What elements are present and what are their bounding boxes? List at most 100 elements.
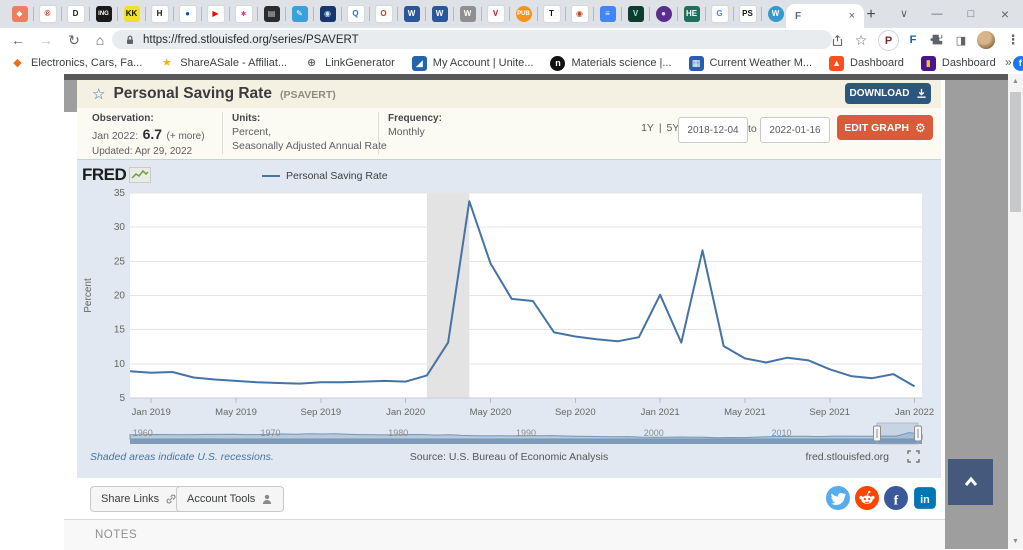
bookmark-item[interactable]: nMaterials science |... <box>550 56 671 71</box>
side-panel-icon[interactable]: ◨ <box>951 30 971 50</box>
chart-legend: Personal Saving Rate <box>262 170 388 182</box>
extensions-puzzle-icon[interactable] <box>927 30 947 50</box>
observation-label: Observation: <box>92 113 205 124</box>
window-maximize-button[interactable]: □ <box>956 0 986 28</box>
edit-graph-label: EDIT GRAPH <box>844 122 909 134</box>
account-tools-label: Account Tools <box>187 493 255 505</box>
profile-avatar[interactable] <box>976 30 996 50</box>
pinned-tab[interactable]: ● <box>174 1 201 28</box>
pinned-tab[interactable]: V <box>622 1 649 28</box>
edit-graph-button[interactable]: EDIT GRAPH ⚙ <box>837 115 933 140</box>
pinned-tab[interactable]: O <box>370 1 397 28</box>
reddit-icon[interactable] <box>855 486 879 510</box>
meta-separator <box>378 112 379 154</box>
pinned-tab[interactable]: T <box>538 1 565 28</box>
bookmark-label: Current Weather M... <box>710 57 813 69</box>
range-separator: | <box>656 122 665 134</box>
scrollbar-thumb[interactable] <box>1010 92 1021 212</box>
pinned-tab[interactable]: ▤ <box>258 1 285 28</box>
frequency-value: Monthly <box>388 126 442 138</box>
pinned-tab[interactable]: ≡ <box>594 1 621 28</box>
pinned-tab[interactable]: ◉ <box>314 1 341 28</box>
bookmark-item[interactable]: ▲Dashboard <box>829 56 904 71</box>
pinned-tab-favicon: V <box>487 5 505 23</box>
bookmark-star-icon[interactable]: ☆ <box>851 30 871 50</box>
bookmark-label: LinkGenerator <box>325 57 395 69</box>
window-close-button[interactable]: × <box>990 0 1020 28</box>
pinned-tab[interactable]: V <box>482 1 509 28</box>
bookmark-item[interactable]: fHome0 <box>1013 56 1023 71</box>
pinned-tab[interactable]: W <box>398 1 425 28</box>
pinned-tab-favicon: V <box>628 6 644 22</box>
pinned-tab[interactable]: ® <box>34 1 61 28</box>
tab-close-icon[interactable]: × <box>849 10 855 22</box>
y-tick-label: 25 <box>114 256 126 267</box>
home-icon[interactable]: ⌂ <box>90 31 110 49</box>
slider-selection-window[interactable] <box>877 423 918 444</box>
fred-extension-icon[interactable]: F <box>903 30 923 50</box>
tab-search-chevron-icon[interactable]: ∨ <box>889 0 919 28</box>
browser-menu-icon[interactable]: ⋮ <box>1003 30 1023 50</box>
units-value-1: Percent, <box>232 126 387 138</box>
url-text[interactable]: https://fred.stlouisfed.org/series/PSAVE… <box>143 34 359 46</box>
account-tools-button[interactable]: Account Tools <box>176 486 284 512</box>
pinned-tab[interactable]: ✎ <box>286 1 313 28</box>
pinned-tab[interactable]: Q <box>342 1 369 28</box>
legend-line-swatch <box>262 175 280 177</box>
scrollbar-up-icon[interactable]: ▲ <box>1008 78 1023 85</box>
new-tab-button[interactable]: + <box>860 4 882 26</box>
bookmark-item[interactable]: ◆Electronics, Cars, Fa... <box>10 56 142 71</box>
x-tick-label: May 2019 <box>215 407 257 418</box>
bookmark-item[interactable]: ▮Dashboard <box>921 56 996 71</box>
fred-line-chart[interactable]: 5101520253035Jan 2019May 2019Sep 2019Jan… <box>77 160 941 478</box>
pinned-tab[interactable]: D <box>62 1 89 28</box>
pinned-tab[interactable]: HE <box>678 1 705 28</box>
pinterest-extension-icon[interactable]: P <box>878 30 899 51</box>
range-link-1y[interactable]: 1Y <box>641 122 654 134</box>
pinned-tab[interactable]: PS <box>734 1 761 28</box>
pinned-tab[interactable]: ∗ <box>230 1 257 28</box>
favorite-star-icon[interactable]: ☆ <box>92 85 105 103</box>
pinned-tab-favicon: ING <box>96 6 112 22</box>
pinned-tab[interactable]: ING <box>90 1 117 28</box>
active-tab[interactable]: F × <box>786 4 864 28</box>
date-start-input[interactable] <box>678 117 748 143</box>
reload-icon[interactable]: ↻ <box>64 31 84 49</box>
bookmarks-overflow-icon[interactable]: » <box>1005 55 1012 69</box>
twitter-icon[interactable] <box>826 486 850 510</box>
page-scrollbar[interactable]: ▲ ▼ <box>1008 74 1023 549</box>
pinned-tab[interactable]: PUB <box>510 1 537 28</box>
scroll-to-top-button[interactable] <box>948 459 993 505</box>
linkedin-icon[interactable]: in <box>913 486 937 510</box>
bookmark-item[interactable]: ★ShareASale - Affiliat... <box>159 56 287 71</box>
pinned-tab[interactable]: KK <box>118 1 145 28</box>
share-icon[interactable] <box>827 30 847 50</box>
back-icon[interactable]: ← <box>8 31 28 49</box>
observation-more-link[interactable]: (+ more) <box>167 131 205 142</box>
bookmark-label: Dashboard <box>942 57 996 69</box>
pinned-tab[interactable]: W <box>762 1 789 28</box>
share-links-button[interactable]: Share Links <box>90 486 188 512</box>
pinned-tab[interactable]: W <box>426 1 453 28</box>
bookmark-item[interactable]: ▦Current Weather M... <box>689 56 813 71</box>
date-end-input[interactable] <box>760 117 830 143</box>
pinned-tab[interactable]: ◆ <box>6 1 33 28</box>
download-button[interactable]: DOWNLOAD <box>845 83 931 104</box>
window-minimize-button[interactable]: — <box>922 0 952 28</box>
meta-separator <box>222 112 223 154</box>
pinned-tab[interactable]: ◉ <box>566 1 593 28</box>
bookmark-label: Materials science |... <box>571 57 671 69</box>
bookmark-item[interactable]: ◢My Account | Unite... <box>412 56 534 71</box>
pinned-tab[interactable]: ● <box>650 1 677 28</box>
bookmark-item[interactable]: ⊕LinkGenerator <box>304 56 395 71</box>
graph-card: 5101520253035Jan 2019May 2019Sep 2019Jan… <box>77 160 941 478</box>
pinned-tab[interactable]: W <box>454 1 481 28</box>
pinned-tab[interactable]: ▶ <box>202 1 229 28</box>
address-bar[interactable]: https://fred.stlouisfed.org/series/PSAVE… <box>112 30 832 49</box>
pinned-tab[interactable]: G <box>706 1 733 28</box>
fullscreen-icon[interactable] <box>907 450 921 464</box>
pinned-tab[interactable]: H <box>146 1 173 28</box>
facebook-icon[interactable]: f <box>884 486 908 510</box>
scrollbar-down-icon[interactable]: ▼ <box>1008 538 1023 545</box>
notes-section[interactable]: NOTES <box>64 519 945 550</box>
